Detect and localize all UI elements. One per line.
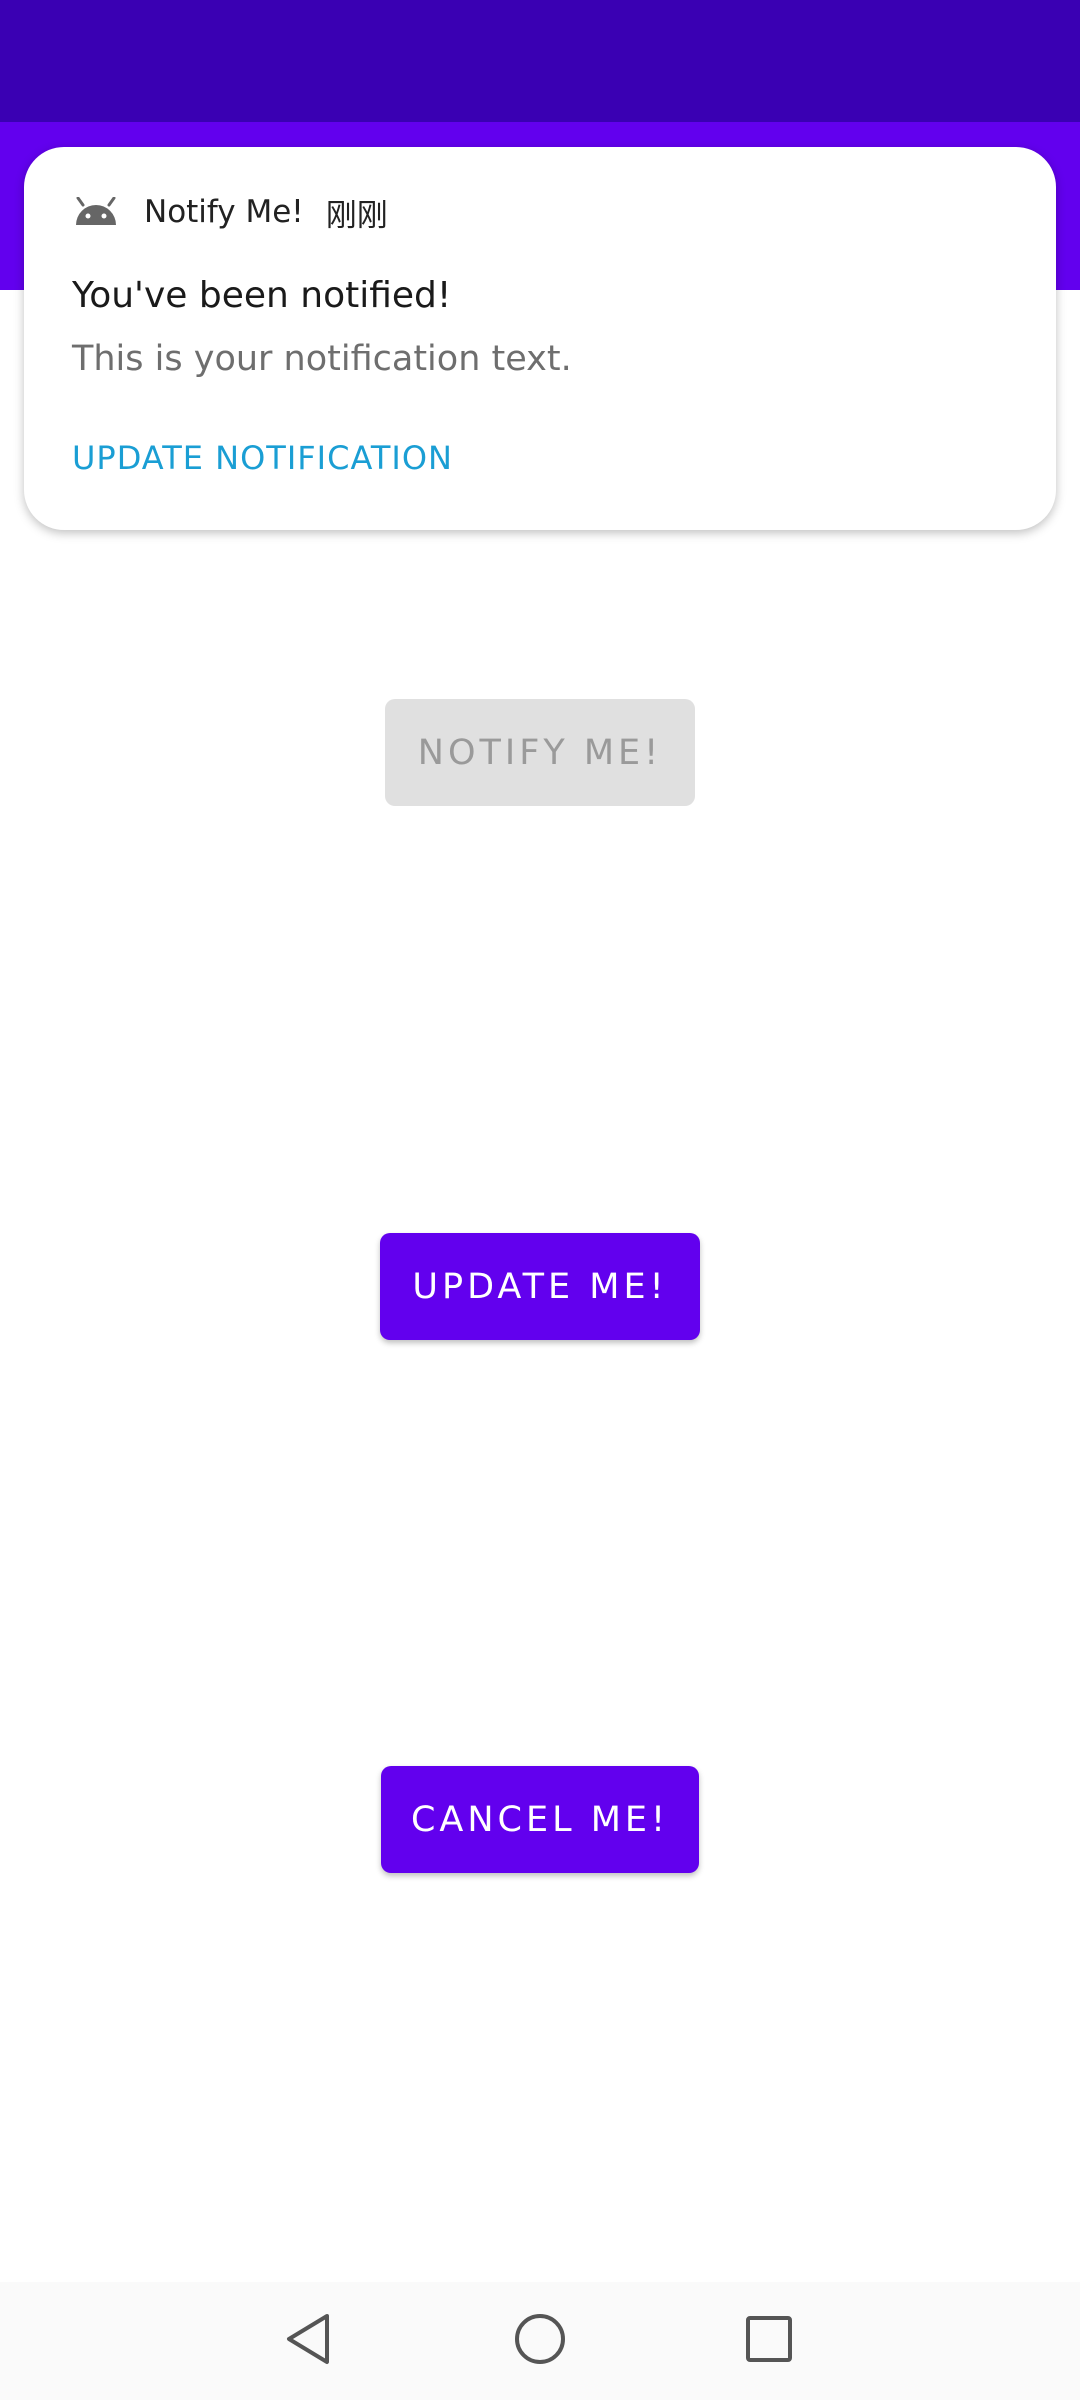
- notify-me-button[interactable]: NOTIFY ME!: [385, 699, 695, 806]
- update-notification-action[interactable]: UPDATE NOTIFICATION: [72, 439, 453, 477]
- back-button[interactable]: [276, 2309, 340, 2373]
- home-button[interactable]: [508, 2309, 572, 2373]
- notification-header: Notify Me! 刚刚: [72, 187, 388, 237]
- notification-time: 刚刚: [325, 197, 388, 234]
- back-icon: [283, 2312, 333, 2370]
- android-icon: [72, 188, 120, 236]
- navigation-bar: [0, 2282, 1080, 2400]
- update-me-button[interactable]: UPDATE ME!: [380, 1233, 700, 1340]
- notification-title: You've been notified!: [72, 275, 452, 316]
- recents-button[interactable]: [737, 2309, 801, 2373]
- recents-icon: [744, 2314, 794, 2368]
- notification-app-name: Notify Me!: [144, 194, 304, 230]
- status-bar: [0, 0, 1080, 122]
- notification-text: This is your notification text.: [72, 339, 572, 379]
- cancel-me-button[interactable]: CANCEL ME!: [381, 1766, 699, 1873]
- notification-card[interactable]: Notify Me! 刚刚 You've been notified! This…: [24, 147, 1056, 530]
- home-icon: [513, 2312, 567, 2370]
